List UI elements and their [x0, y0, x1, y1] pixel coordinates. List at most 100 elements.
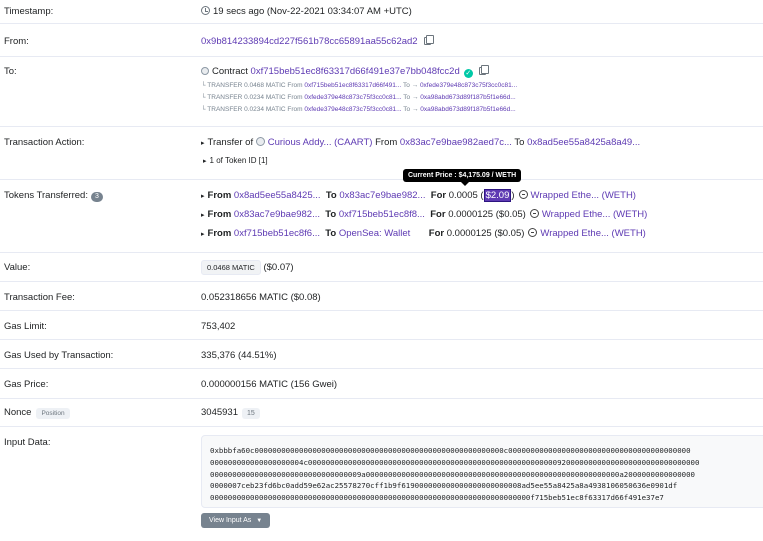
gas-price-row: Gas Price: 0.000000156 MATIC (156 Gwei) — [0, 369, 763, 399]
contract-prefix: Contract — [212, 66, 248, 77]
token-link[interactable]: Curious Addy... (CAART) — [268, 137, 373, 148]
from-value-wrap: 0x9b814233894cd227f561b78cc65891aa55c62a… — [201, 35, 434, 47]
gas-used-row: Gas Used by Transaction: 335,376 (44.51%… — [0, 340, 763, 369]
tt-to-label: To — [325, 209, 337, 220]
tt-token-symbol[interactable]: (WETH) — [613, 209, 647, 220]
transaction-action-label: Transaction Action: — [4, 137, 85, 148]
tt-to-link[interactable]: 0xf715beb51ec8f8... — [339, 209, 425, 220]
transaction-fee-value: 0.052318656 MATIC ($0.08) — [201, 292, 321, 303]
check-circle-icon: ✓ — [463, 69, 473, 78]
tt-usd: ($0.05) — [494, 228, 525, 239]
transfer-type: TRANSFER — [207, 82, 243, 89]
value-row: Value: 0.0468 MATIC ($0.07) — [0, 253, 763, 282]
tt-token-symbol[interactable]: (WETH) — [602, 190, 636, 201]
tt-from-link[interactable]: 0x83ac7e9bae982... — [234, 209, 320, 220]
action-from-label: From — [375, 137, 398, 148]
gas-price-label: Gas Price: — [4, 379, 49, 390]
transfer-from-link[interactable]: 0xfede379e48c873c75f3cc0c81... — [304, 106, 401, 113]
transfer-amount: 0.0234 MATIC — [244, 106, 286, 113]
gas-limit-row: Gas Limit: 753,402 — [0, 311, 763, 340]
tt-to-link[interactable]: OpenSea: Wallet — [339, 228, 410, 239]
weth-token-icon — [529, 209, 539, 218]
tt-usd-highlight[interactable]: $2.09 — [483, 189, 512, 202]
transfer-of-text: Transfer of — [207, 137, 254, 148]
tt-from-label: From — [207, 190, 232, 201]
token-count-badge: 3 — [90, 192, 103, 202]
tt-for-label: For — [430, 209, 446, 220]
action-to-label: To — [514, 137, 525, 148]
internal-transfer-3: └ TRANSFER 0.0234 MATIC From 0xfede379e4… — [201, 106, 516, 113]
action-to-link[interactable]: 0x8ad5ee55a8425a8a49... — [527, 137, 640, 148]
tt-amount: 0.0000125 — [446, 228, 492, 239]
token-transfer-row: ▸ From 0xf715beb51ec8f6... To OpenSea: Wa… — [201, 228, 646, 239]
copy-icon[interactable] — [423, 35, 434, 45]
internal-transfer-2: └ TRANSFER 0.0234 MATIC From 0xfede379e4… — [201, 94, 516, 101]
tt-to-label: To — [325, 190, 337, 201]
value-wrap: 0.0468 MATIC ($0.07) — [201, 260, 294, 275]
chevron-down-icon: ▼ — [256, 518, 263, 524]
contract-address-link[interactable]: 0xf715beb51ec8f63317d66f491e37e7bb048fcc… — [251, 66, 460, 77]
copy-icon[interactable] — [478, 65, 489, 75]
from-label: From: — [4, 36, 29, 47]
nonce-row: Nonce Position 3045931 15 — [0, 399, 763, 427]
token-id-line: ▸ 1 of Token ID [1] — [203, 156, 268, 165]
transfer-to-link[interactable]: 0xa98abd673d89f187b5f1e66d... — [420, 94, 515, 101]
transfer-to-link[interactable]: 0xa98abd673d89f187b5f1e66d... — [420, 106, 515, 113]
transfer-to-link[interactable]: 0xfede379e48c873c75f3cc0c81... — [420, 82, 517, 89]
tt-usd: ($0.05) — [495, 209, 526, 220]
tt-for-label: For — [428, 228, 445, 239]
transfer-from-link[interactable]: 0xfede379e48c873c75f3cc0c81... — [304, 94, 401, 101]
tt-to-label: To — [325, 228, 337, 239]
tokens-transferred-label-wrap: Tokens Transferred: 3 — [4, 190, 103, 202]
transfer-from-link[interactable]: 0xf715beb51ec8f63317d66f491... — [304, 82, 401, 89]
gas-used-label: Gas Used by Transaction: — [4, 350, 114, 361]
tt-token-link[interactable]: Wrapped Ethe... — [542, 209, 610, 220]
tokens-transferred-row: Tokens Transferred: 3 ▸ From 0x8ad5ee55a84… — [0, 180, 763, 253]
tt-token-symbol[interactable]: (WETH) — [612, 228, 646, 239]
gas-used-value: 335,376 (44.51%) — [201, 350, 277, 361]
value-amount-pill: 0.0468 MATIC — [201, 260, 261, 275]
transfer-amount: 0.0234 MATIC — [244, 94, 286, 101]
view-input-as-button[interactable]: View Input As ▼ — [201, 513, 271, 528]
tt-from-link[interactable]: 0xf715beb51ec8f6... — [234, 228, 320, 239]
input-data-line: 0000000000000000000000000000000000000000… — [210, 493, 664, 503]
tt-from-link[interactable]: 0x8ad5ee55a8425... — [234, 190, 321, 201]
timestamp-value: 19 secs ago (Nov-22-2021 03:34:07 AM +UT… — [213, 6, 412, 17]
input-data-textarea[interactable]: 0xbbbfa60c000000000000000000000000000000… — [201, 435, 763, 508]
value-usd: ($0.07) — [263, 262, 294, 273]
transfer-to-label: To → — [403, 94, 419, 101]
nonce-label-wrap: Nonce Position — [4, 407, 70, 419]
transfer-type: TRANSFER — [207, 106, 243, 113]
token-id-text: 1 of Token ID [1] — [209, 156, 268, 165]
internal-transfer-1: └ TRANSFER 0.0468 MATIC From 0xf715beb51… — [201, 82, 518, 89]
from-address-link[interactable]: 0x9b814233894cd227f561b78cc65891aa55c62a… — [201, 36, 418, 47]
weth-token-icon — [518, 190, 528, 199]
tt-to-link[interactable]: 0x83ac7e9bae982... — [339, 190, 425, 201]
tt-amount: 0.0005 — [448, 190, 478, 201]
gas-limit-label: Gas Limit: — [4, 321, 47, 332]
tt-token-link[interactable]: Wrapped Ethe... — [540, 228, 608, 239]
transfer-to-label: To → — [402, 82, 419, 89]
position-tag: Position — [36, 408, 70, 419]
to-value-wrap: Contract 0xf715beb51ec8f63317d66f491e37e… — [201, 65, 489, 78]
token-transfer-row: ▸ From 0x8ad5ee55a8425... To 0x83ac7e9bae… — [201, 189, 636, 202]
tt-amount: 0.0000125 — [448, 209, 494, 220]
tt-from-label: From — [207, 209, 232, 220]
tokens-transferred-label: Tokens Transferred: — [4, 190, 88, 201]
token-transfer-row: ▸ From 0x83ac7e9bae982... To 0xf715beb51e… — [201, 209, 648, 220]
nonce-value: 3045931 — [201, 407, 238, 418]
input-data-line: 000000000000000000004c000000000000000000… — [210, 457, 700, 467]
transaction-fee-row: Transaction Fee: 0.052318656 MATIC ($0.0… — [0, 282, 763, 311]
timestamp-label: Timestamp: — [4, 6, 54, 17]
nonce-value-wrap: 3045931 15 — [201, 407, 260, 419]
from-row: From: 0x9b814233894cd227f561b78cc65891aa… — [0, 24, 763, 57]
transfer-to-label: To → — [403, 106, 419, 113]
action-from-link[interactable]: 0x83ac7e9bae982aed7c... — [400, 137, 512, 148]
transfer-type: TRANSFER — [207, 94, 243, 101]
tt-for-label: For — [430, 190, 447, 201]
contract-icon — [201, 67, 209, 75]
weth-token-icon — [528, 228, 538, 237]
price-tooltip: Current Price : $4,175.09 / WETH — [403, 169, 522, 186]
tt-token-link[interactable]: Wrapped Ethe... — [531, 190, 599, 201]
gas-price-value: 0.000000156 MATIC (156 Gwei) — [201, 379, 338, 390]
